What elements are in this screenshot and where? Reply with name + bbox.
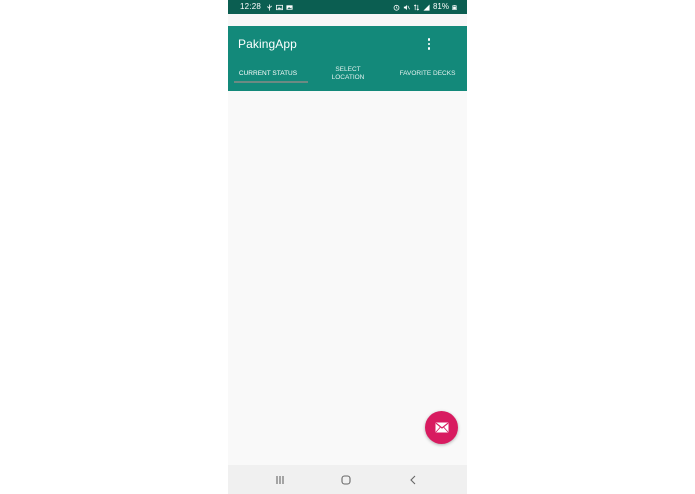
battery-percent: 81% [432, 2, 449, 11]
app-title: PakingApp [238, 37, 297, 51]
tab-select-location[interactable]: SELECT LOCATION [308, 59, 388, 89]
phone-screen: 12:28 81% PakingApp CURRENT STATUS SELEC… [228, 0, 467, 494]
gallery-icon [276, 4, 283, 10]
tab-label: FAVORITE DECKS [399, 70, 456, 77]
data-icon [413, 3, 420, 11]
status-system-icons: 81% [393, 0, 457, 14]
tab-current-status[interactable]: CURRENT STATUS [228, 59, 308, 89]
image-icon [286, 4, 293, 10]
home-icon[interactable] [338, 472, 354, 488]
more-vertical-icon[interactable] [422, 37, 436, 51]
status-bar-spacer [228, 14, 467, 26]
usb-icon [267, 3, 272, 11]
tab-selected-indicator [234, 81, 308, 83]
tab-content-area [228, 91, 467, 465]
recents-icon[interactable] [272, 472, 288, 488]
mail-icon [435, 422, 448, 433]
back-icon[interactable] [405, 472, 421, 488]
battery-icon [452, 4, 457, 10]
status-time: 12:28 [240, 2, 262, 11]
compose-mail-fab[interactable] [425, 411, 458, 444]
tab-label: CURRENT STATUS [238, 70, 298, 77]
system-navigation-bar [228, 465, 467, 494]
status-notification-icons [266, 0, 293, 14]
app-bar: PakingApp CURRENT STATUS SELECT LOCATION… [228, 26, 467, 91]
mute-icon [403, 4, 410, 10]
tab-favorite-decks[interactable]: FAVORITE DECKS [388, 59, 467, 89]
signal-icon [423, 3, 430, 11]
tab-label: SELECT LOCATION [331, 66, 365, 81]
tab-bar: CURRENT STATUS SELECT LOCATION FAVORITE … [228, 59, 467, 91]
status-bar: 12:28 81% [228, 0, 467, 14]
alarm-icon [393, 4, 400, 11]
